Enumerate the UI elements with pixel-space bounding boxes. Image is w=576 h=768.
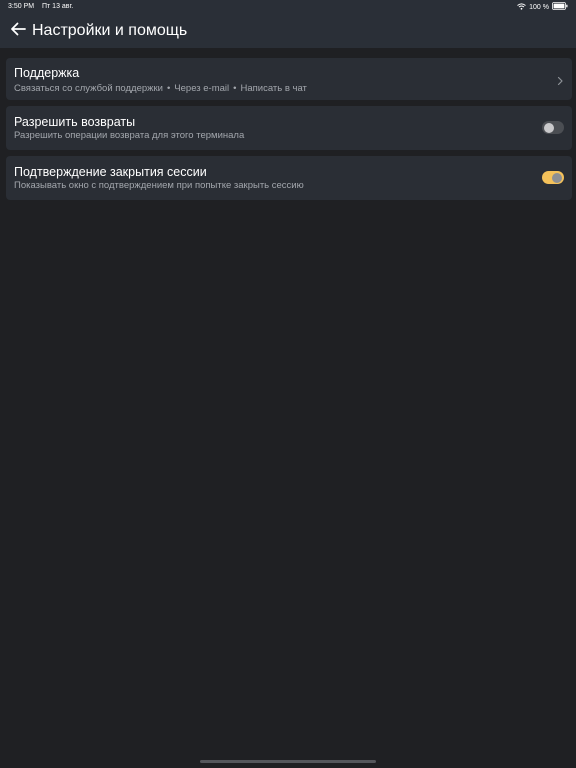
- support-row[interactable]: Поддержка Связаться со службой поддержки…: [6, 58, 572, 100]
- toggle-knob: [544, 122, 554, 133]
- status-bar: 3:50 PM Пт 13 авг. 100 %: [0, 0, 576, 14]
- allow-refunds-row: Разрешить возвраты Разрешить операции во…: [6, 106, 572, 150]
- support-contact-link: Связаться со службой поддержки: [14, 83, 163, 94]
- status-time: 3:50 PM: [8, 3, 35, 10]
- navigation-bar: Настройки и помощь: [0, 14, 576, 48]
- separator-dot: •: [166, 83, 171, 94]
- allow-refunds-subtitle: Разрешить операции возврата для этого те…: [14, 130, 245, 141]
- page-title: Настройки и помощь: [32, 22, 188, 39]
- battery-icon: [552, 2, 568, 12]
- home-indicator: [200, 760, 376, 763]
- session-close-confirmation-row: Подтверждение закрытия сессии Показывать…: [6, 156, 572, 200]
- battery-percent: 100 %: [529, 3, 549, 11]
- session-close-confirmation-title: Подтверждение закрытия сессии: [14, 165, 207, 179]
- allow-refunds-toggle[interactable]: [542, 121, 564, 134]
- session-close-confirmation-toggle[interactable]: [542, 171, 564, 184]
- support-email-link: Через e-mail: [174, 83, 230, 94]
- toggle-knob: [552, 172, 562, 183]
- status-date: Пт 13 авг.: [42, 3, 74, 10]
- support-subtitle: Связаться со службой поддержки • Через e-m…: [14, 83, 307, 94]
- session-close-confirmation-subtitle: Показывать окно с подтверждением при поп…: [14, 180, 304, 191]
- arrow-left-icon: [10, 22, 26, 41]
- wifi-icon: [517, 2, 526, 12]
- support-chat-link: Написать в чат: [240, 83, 307, 94]
- allow-refunds-title: Разрешить возвраты: [14, 115, 136, 129]
- chevron-right-icon: [556, 73, 564, 86]
- status-right: 100 %: [517, 2, 568, 12]
- separator-dot: •: [233, 83, 237, 94]
- back-button[interactable]: [8, 22, 28, 40]
- support-title: Поддержка: [14, 66, 80, 80]
- app-screen: 3:50 PM Пт 13 авг. 100 % Настройки и пом…: [0, 0, 576, 768]
